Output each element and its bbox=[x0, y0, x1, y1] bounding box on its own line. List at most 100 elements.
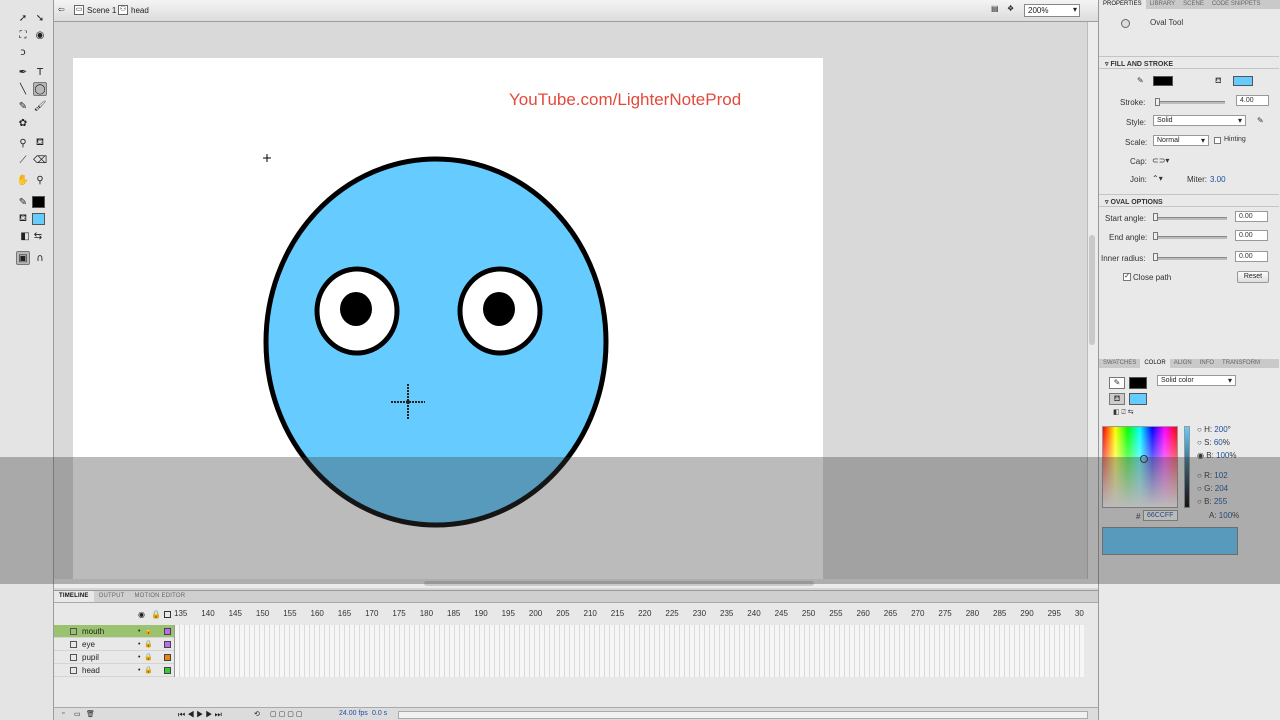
hand-tool-icon[interactable]: ✋ bbox=[16, 173, 30, 187]
time-readout[interactable]: 0.0 s bbox=[372, 710, 387, 717]
cap-select[interactable]: ⊂⊃▾ bbox=[1152, 156, 1169, 165]
edit-stroke-style-icon[interactable]: ✎ bbox=[1257, 116, 1264, 125]
layer-visibility-lock-icon[interactable]: • 🔒 bbox=[138, 653, 153, 661]
h-radio[interactable]: ○ H: 200° bbox=[1197, 425, 1231, 434]
stroke-color-chip[interactable] bbox=[1129, 377, 1147, 389]
end-angle-knob[interactable] bbox=[1153, 232, 1158, 240]
start-angle-input[interactable]: 0.00 bbox=[1235, 211, 1268, 222]
end-angle-slider[interactable] bbox=[1153, 236, 1227, 239]
show-hide-eye-icon[interactable]: ◉ bbox=[138, 610, 145, 619]
color-type-select[interactable]: Solid color bbox=[1157, 375, 1236, 386]
frame-grid[interactable] bbox=[174, 625, 1084, 677]
layer-row[interactable]: mouth • 🔒 bbox=[54, 625, 174, 638]
layer-visibility-lock-icon[interactable]: • 🔒 bbox=[138, 640, 153, 648]
tab-align[interactable]: ALIGN bbox=[1170, 359, 1196, 368]
color-picker-cursor[interactable] bbox=[1140, 455, 1148, 463]
inner-radius-input[interactable]: 0.00 bbox=[1235, 251, 1268, 262]
fps-readout[interactable]: 24.00 fps bbox=[339, 710, 368, 717]
layer-outline-color[interactable] bbox=[164, 640, 171, 648]
lasso-tool-icon[interactable]: ↄ bbox=[16, 45, 30, 59]
style-select[interactable]: Solid bbox=[1153, 115, 1246, 126]
bone-tool-icon[interactable]: ⚲ bbox=[16, 136, 30, 150]
stroke-color-swatch[interactable] bbox=[32, 196, 45, 208]
playback-controls-icon[interactable]: ⏮◀▶▶⏭ bbox=[178, 710, 224, 720]
snap-magnet-icon[interactable]: ∩ bbox=[33, 251, 47, 265]
free-transform-icon[interactable]: ⛶ bbox=[16, 28, 30, 42]
inner-radius-slider[interactable] bbox=[1153, 257, 1227, 260]
zoom-tool-icon[interactable]: ⚲ bbox=[33, 173, 47, 187]
tab-library[interactable]: LIBRARY bbox=[1146, 0, 1180, 9]
edit-symbol-icon[interactable]: ❖ bbox=[1007, 4, 1014, 13]
tab-transform[interactable]: TRANSFORM bbox=[1218, 359, 1264, 368]
reset-button[interactable]: Reset bbox=[1237, 271, 1269, 283]
back-button[interactable]: ⇦ bbox=[58, 5, 65, 14]
tab-color[interactable]: COLOR bbox=[1140, 359, 1170, 368]
brightness-slider[interactable] bbox=[1184, 426, 1190, 508]
tab-output[interactable]: OUTPUT bbox=[94, 591, 130, 602]
frame-ruler[interactable]: 135 140 145 150 155 160 165 170 175 180 185 190 195 2… bbox=[174, 609, 1084, 623]
onion-skin-icon[interactable]: ▢▢▢▢ bbox=[270, 710, 304, 718]
h-value[interactable]: 200 bbox=[1214, 425, 1227, 434]
layer-visibility-lock-icon[interactable]: • 🔒 bbox=[138, 666, 153, 674]
r-radio[interactable]: ○ R: 102 bbox=[1197, 471, 1228, 480]
black-white-icon[interactable]: ◧ bbox=[18, 229, 32, 243]
new-layer-icon[interactable]: ▫ bbox=[62, 710, 64, 717]
tab-swatches[interactable]: SWATCHES bbox=[1099, 359, 1140, 368]
tab-info[interactable]: INFO bbox=[1196, 359, 1218, 368]
lock-icon[interactable]: 🔒 bbox=[151, 610, 161, 619]
line-tool-icon[interactable]: ╲ bbox=[16, 82, 30, 96]
layer-row[interactable]: head • 🔒 bbox=[54, 664, 174, 677]
inner-radius-knob[interactable] bbox=[1153, 253, 1158, 261]
new-folder-icon[interactable]: ▭ bbox=[74, 710, 81, 718]
hinting-checkbox[interactable] bbox=[1214, 137, 1221, 144]
end-angle-input[interactable]: 0.00 bbox=[1235, 230, 1268, 241]
swap-colors-icon[interactable]: ⇆ bbox=[31, 229, 45, 243]
layer-outline-color[interactable] bbox=[164, 666, 171, 674]
g-radio[interactable]: ○ G: 204 bbox=[1197, 484, 1228, 493]
swatch-options-icon[interactable]: ◧ ⍁ ⇆ bbox=[1113, 408, 1134, 417]
delete-layer-icon[interactable]: 🗑 bbox=[86, 710, 95, 718]
pencil-tool-icon[interactable]: ✎ bbox=[16, 99, 30, 113]
hex-input[interactable]: 66CCFF bbox=[1143, 510, 1178, 521]
loop-icon[interactable]: ⟲ bbox=[254, 710, 260, 718]
r-value[interactable]: 102 bbox=[1214, 471, 1227, 480]
breadcrumb-scene[interactable]: ▭ Scene 1 bbox=[74, 5, 116, 15]
oval-options-header[interactable]: ▿ OVAL OPTIONS bbox=[1099, 194, 1279, 207]
color-spectrum-picker[interactable] bbox=[1102, 426, 1178, 508]
tab-scene[interactable]: SCENE bbox=[1179, 0, 1208, 9]
oval-tool-icon[interactable]: ◯ bbox=[33, 82, 47, 96]
b-radio[interactable]: ◉ B: 100% bbox=[1197, 451, 1236, 460]
stage[interactable]: YouTube.com/LighterNoteProd bbox=[73, 58, 823, 584]
fill-color-chip[interactable] bbox=[1129, 393, 1147, 405]
stroke-slider[interactable] bbox=[1155, 101, 1225, 104]
brush-tool-icon[interactable]: 🖌 bbox=[33, 99, 47, 113]
blue-radio[interactable]: ○ B: 255 bbox=[1197, 497, 1227, 506]
layer-row[interactable]: eye • 🔒 bbox=[54, 638, 174, 651]
tab-properties[interactable]: PROPERTIES bbox=[1099, 0, 1146, 9]
pen-tool-icon[interactable]: ✒ bbox=[16, 65, 30, 79]
fill-stroke-header[interactable]: ▿ FILL AND STROKE bbox=[1099, 56, 1279, 69]
layer-outline-color[interactable] bbox=[164, 653, 171, 661]
fill-color-swatch[interactable] bbox=[32, 213, 45, 225]
layer-visibility-lock-icon[interactable]: • 🔒 bbox=[138, 627, 153, 635]
3d-rotation-icon[interactable]: ◉ bbox=[33, 28, 47, 42]
deco-tool-icon[interactable]: ✿ bbox=[16, 116, 30, 130]
edit-scene-icon[interactable]: ▤ bbox=[991, 4, 999, 13]
miter-value[interactable]: 3.00 bbox=[1210, 175, 1226, 184]
outline-icon[interactable] bbox=[164, 611, 171, 618]
subselection-tool-icon[interactable]: ➘ bbox=[33, 11, 47, 25]
blue-value[interactable]: 255 bbox=[1214, 497, 1227, 506]
eraser-icon[interactable]: ⌫ bbox=[33, 153, 47, 167]
alpha-row[interactable]: A: 100% bbox=[1209, 511, 1239, 520]
eyedropper-icon[interactable]: ⟋ bbox=[16, 153, 30, 167]
stroke-color-swatch[interactable] bbox=[1153, 76, 1173, 86]
zoom-select[interactable]: 200% ▾ bbox=[1024, 4, 1080, 17]
tab-timeline[interactable]: TIMELINE bbox=[54, 591, 94, 602]
paint-bucket-icon[interactable]: ⛾ bbox=[33, 136, 47, 150]
start-angle-knob[interactable] bbox=[1153, 213, 1158, 221]
vertical-scroll-thumb[interactable] bbox=[1089, 235, 1095, 345]
close-path-checkbox[interactable]: ✓ bbox=[1123, 273, 1131, 281]
timeline-horizontal-scrollbar[interactable] bbox=[398, 711, 1088, 719]
start-angle-slider[interactable] bbox=[1153, 217, 1227, 220]
breadcrumb-symbol[interactable]: ⚇ head bbox=[118, 5, 149, 15]
